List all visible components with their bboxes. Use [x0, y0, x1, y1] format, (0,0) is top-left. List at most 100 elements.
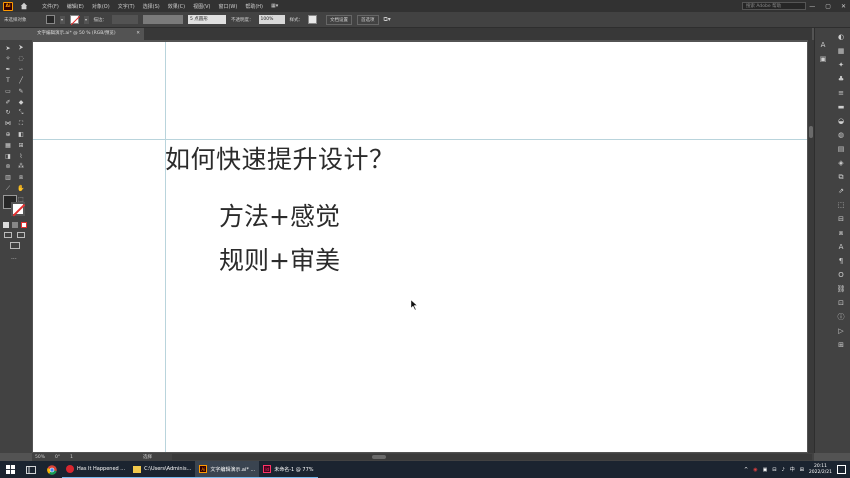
menu-view[interactable]: 视图(V) — [193, 3, 210, 10]
network-icon[interactable]: ⊟ — [772, 467, 776, 473]
opacity-field[interactable]: 100% — [258, 15, 285, 24]
graphic-styles-icon[interactable]: ▤ — [836, 144, 846, 154]
task-view-icon[interactable] — [20, 461, 42, 478]
layers-icon[interactable]: ◈ — [836, 158, 846, 168]
mesh-tool-icon[interactable]: ⊞ — [16, 140, 26, 150]
document-setup-button[interactable]: 文档设置 — [326, 14, 352, 25]
edit-toolbar-icon[interactable]: ··· — [11, 256, 17, 263]
draw-mode-icon[interactable] — [4, 232, 12, 238]
horizontal-scrollbar[interactable] — [172, 454, 812, 460]
symbol-sprayer-icon[interactable]: ⁂ — [16, 162, 26, 172]
menu-type[interactable]: 文字(T) — [118, 3, 135, 10]
show-hidden-icons-icon[interactable]: ^ — [744, 467, 748, 473]
stroke-color-icon[interactable] — [11, 202, 25, 216]
perspective-grid-icon[interactable]: ▦ — [3, 140, 13, 150]
close-button[interactable]: ✕ — [841, 3, 846, 10]
brush-definition-field[interactable]: 5 点圆形 — [188, 15, 226, 24]
paragraph-icon[interactable]: ¶ — [836, 256, 846, 266]
pen-tool-icon[interactable]: ✒ — [3, 65, 13, 75]
none-mode-icon[interactable] — [21, 222, 27, 228]
taskbar-app-indesign[interactable]: Id 未命名-1 @ 77% — [259, 461, 318, 478]
fill-color-swatch[interactable] — [45, 15, 55, 24]
chrome-icon[interactable] — [42, 461, 62, 478]
curvature-tool-icon[interactable]: ∽ — [16, 65, 26, 75]
blend-tool-icon[interactable]: ⊚ — [3, 162, 13, 172]
lasso-icon[interactable]: ◌ — [16, 54, 26, 64]
free-transform-icon[interactable]: ⛶ — [16, 119, 26, 129]
align-icon[interactable]: ⊟ — [836, 214, 846, 224]
menu-help[interactable]: 帮助(H) — [245, 3, 263, 10]
swatches-icon[interactable]: ▦ — [836, 46, 846, 56]
body-text-line-2[interactable]: 规则+审美 — [219, 241, 340, 277]
close-tab-icon[interactable]: ✕ — [136, 28, 140, 40]
menu-effect[interactable]: 效果(C) — [168, 3, 185, 10]
gradient-tool-icon[interactable]: ◨ — [3, 151, 13, 161]
color-mode-icon[interactable] — [3, 222, 9, 228]
brushes-icon[interactable]: ✦ — [836, 60, 846, 70]
stroke-dropdown-icon[interactable]: ▾ — [83, 15, 89, 24]
symbols-icon[interactable]: ♣ — [836, 74, 846, 84]
menu-file[interactable]: 文件(F) — [42, 3, 59, 10]
shape-builder-icon[interactable]: ⊕ — [3, 129, 13, 139]
preferences-button[interactable]: 首选项 — [357, 14, 379, 25]
stroke-panel-icon[interactable]: ≡ — [836, 88, 846, 98]
menu-object[interactable]: 对象(O) — [92, 3, 110, 10]
horizontal-scroll-thumb[interactable] — [372, 455, 386, 459]
actions-icon[interactable]: ▷ — [836, 326, 846, 336]
gradient-panel-icon[interactable]: ▬ — [836, 102, 846, 112]
asset-export-icon[interactable]: ⇗ — [836, 186, 846, 196]
transform-icon[interactable]: ⬚ — [836, 200, 846, 210]
artboards-icon[interactable]: ⧉ — [836, 172, 846, 182]
maximize-button[interactable]: ▢ — [825, 3, 831, 10]
zoom-level-field[interactable]: 50% — [35, 455, 45, 460]
shaper-tool-icon[interactable]: ✐ — [3, 97, 13, 107]
paintbrush-icon[interactable]: ✎ — [16, 86, 26, 96]
selection-tool-icon[interactable]: ➤ — [3, 43, 13, 53]
minimize-button[interactable]: — — [809, 3, 815, 10]
artboard-tool-icon[interactable]: ⧈ — [16, 173, 26, 183]
stroke-color-swatch[interactable] — [69, 15, 80, 25]
home-icon[interactable] — [19, 2, 28, 11]
artboard[interactable]: 如何快速提升设计？ 方法+感觉 规则+审美 — [33, 42, 807, 452]
type-tool-icon[interactable]: T — [3, 75, 13, 85]
column-graph-icon[interactable]: ▥ — [3, 173, 13, 183]
scale-tool-icon[interactable]: ⤡ — [16, 108, 26, 118]
notification-center-icon[interactable] — [837, 465, 846, 474]
rectangle-tool-icon[interactable]: ▭ — [3, 86, 13, 96]
variable-width-profile[interactable] — [143, 15, 183, 24]
workspace-layout-button[interactable]: ▦▾ — [271, 3, 278, 9]
taskbar-app-explorer[interactable]: C:\Users\Adminis... — [129, 461, 196, 478]
rotate-view-field[interactable]: 0° — [55, 455, 60, 460]
change-screen-mode-icon[interactable] — [10, 242, 20, 249]
taskbar-app-illustrator[interactable]: Ai 文字编辑演示.ai* ... — [195, 461, 260, 478]
artboard-number-field[interactable]: 1 — [70, 455, 73, 460]
canvas-area[interactable]: 如何快速提升设计？ 方法+感觉 规则+审美 — [32, 40, 812, 453]
taskbar-app-music[interactable]: Has It Happened ... — [62, 461, 130, 478]
stroke-weight-field[interactable] — [112, 15, 138, 24]
hand-tool-icon[interactable]: ✋ — [16, 183, 26, 193]
info-icon[interactable]: ⓘ — [836, 312, 846, 322]
menu-edit[interactable]: 编辑(E) — [67, 3, 84, 10]
eraser-icon[interactable]: ◆ — [16, 97, 26, 107]
heading-text[interactable]: 如何快速提升设计？ — [165, 140, 395, 176]
input-method-indicator[interactable]: 中 — [790, 466, 795, 473]
netease-tray-icon[interactable]: ◉ — [753, 467, 757, 473]
direct-selection-tool-icon[interactable]: ⮞ — [16, 43, 26, 53]
line-tool-icon[interactable]: ╱ — [16, 75, 26, 85]
navigator-icon[interactable]: ⊡ — [836, 298, 846, 308]
opentype-icon[interactable]: O — [836, 270, 846, 280]
gradient-mode-icon[interactable] — [12, 222, 18, 228]
screen-mode-icon[interactable] — [17, 232, 25, 238]
transparency-icon[interactable]: ◒ — [836, 116, 846, 126]
help-search-input[interactable]: 搜索 Adobe 帮助 — [742, 2, 806, 10]
menu-select[interactable]: 选择(S) — [143, 3, 160, 10]
slice-tool-icon[interactable]: ⟋ — [3, 183, 13, 193]
menu-window[interactable]: 窗口(W) — [218, 3, 237, 10]
color-guide-icon[interactable]: ⊞ — [836, 340, 846, 350]
rotate-tool-icon[interactable]: ↻ — [3, 108, 13, 118]
system-clock[interactable]: 20:11 2022/2/21 — [809, 464, 832, 475]
tray-app-icon[interactable]: ▣ — [763, 467, 768, 473]
live-paint-icon[interactable]: ◧ — [16, 129, 26, 139]
vertical-scroll-thumb[interactable] — [809, 126, 813, 138]
magic-wand-icon[interactable]: ✧ — [3, 54, 13, 64]
